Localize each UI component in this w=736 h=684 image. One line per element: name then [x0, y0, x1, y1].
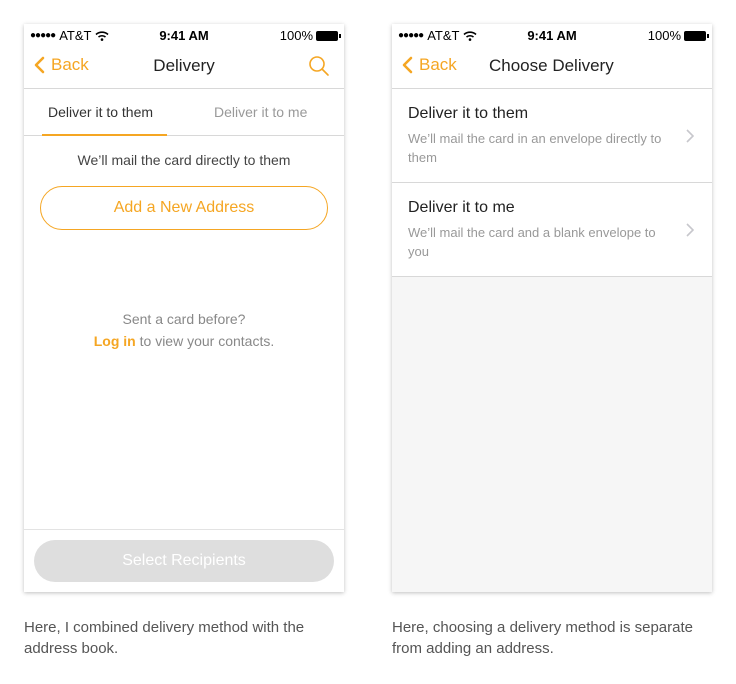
delivery-options-list: Deliver it to them We’ll mail the card i…	[392, 89, 712, 277]
page-title: Choose Delivery	[489, 56, 614, 75]
chevron-left-icon	[402, 56, 413, 74]
option-title: Deliver it to them	[408, 105, 529, 122]
select-recipients-button[interactable]: Select Recipients	[34, 540, 334, 582]
tab-deliver-to-them[interactable]: Deliver it to them	[48, 104, 153, 120]
caption-right: Here, choosing a delivery method is sepa…	[392, 619, 693, 657]
back-label: Back	[419, 55, 457, 74]
battery-icon	[316, 30, 341, 41]
sent-before-text: Sent a card before?	[122, 311, 246, 327]
delivery-screen: ●●●●● AT&T 9:41 AM 100% Back Delivery De…	[24, 24, 344, 592]
chevron-right-icon	[686, 223, 694, 237]
search-icon	[309, 56, 329, 76]
login-prompt-text: to view your contacts.	[135, 333, 275, 349]
option-description: We’ll mail the card in an envelope direc…	[408, 131, 662, 165]
option-deliver-to-them[interactable]: Deliver it to them We’ll mail the card i…	[392, 89, 712, 183]
delivery-tabs: Deliver it to them Deliver it to me	[24, 89, 344, 136]
delivery-message: We’ll mail the card directly to them	[77, 152, 291, 168]
battery-percent: 100%	[647, 28, 681, 43]
nav-bar: Back Delivery	[24, 44, 344, 89]
status-bar: ●●●●● AT&T 9:41 AM 100%	[392, 24, 712, 44]
option-deliver-to-me[interactable]: Deliver it to me We’ll mail the card and…	[392, 183, 712, 277]
caption-left: Here, I combined delivery method with th…	[24, 619, 305, 657]
login-link[interactable]: Log in	[94, 333, 136, 349]
option-title: Deliver it to me	[408, 199, 515, 216]
back-button[interactable]: Back	[402, 55, 457, 75]
add-address-button[interactable]: Add a New Address	[40, 186, 328, 230]
tab-deliver-to-me[interactable]: Deliver it to me	[214, 104, 307, 120]
login-prompt: Log in to view your contacts.	[24, 333, 344, 349]
search-button[interactable]	[308, 55, 330, 82]
nav-bar: Back Choose Delivery	[392, 44, 712, 89]
footer-divider	[24, 529, 344, 530]
choose-delivery-screen: ●●●●● AT&T 9:41 AM 100% Back Choose Deli…	[392, 24, 712, 592]
status-bar: ●●●●● AT&T 9:41 AM 100%	[24, 24, 344, 44]
option-description: We’ll mail the card and a blank envelope…	[408, 225, 656, 259]
battery-icon	[684, 30, 709, 41]
battery-percent: 100%	[279, 28, 313, 43]
chevron-right-icon	[686, 129, 694, 143]
page-title: Delivery	[153, 56, 215, 75]
active-tab-indicator	[42, 134, 167, 136]
